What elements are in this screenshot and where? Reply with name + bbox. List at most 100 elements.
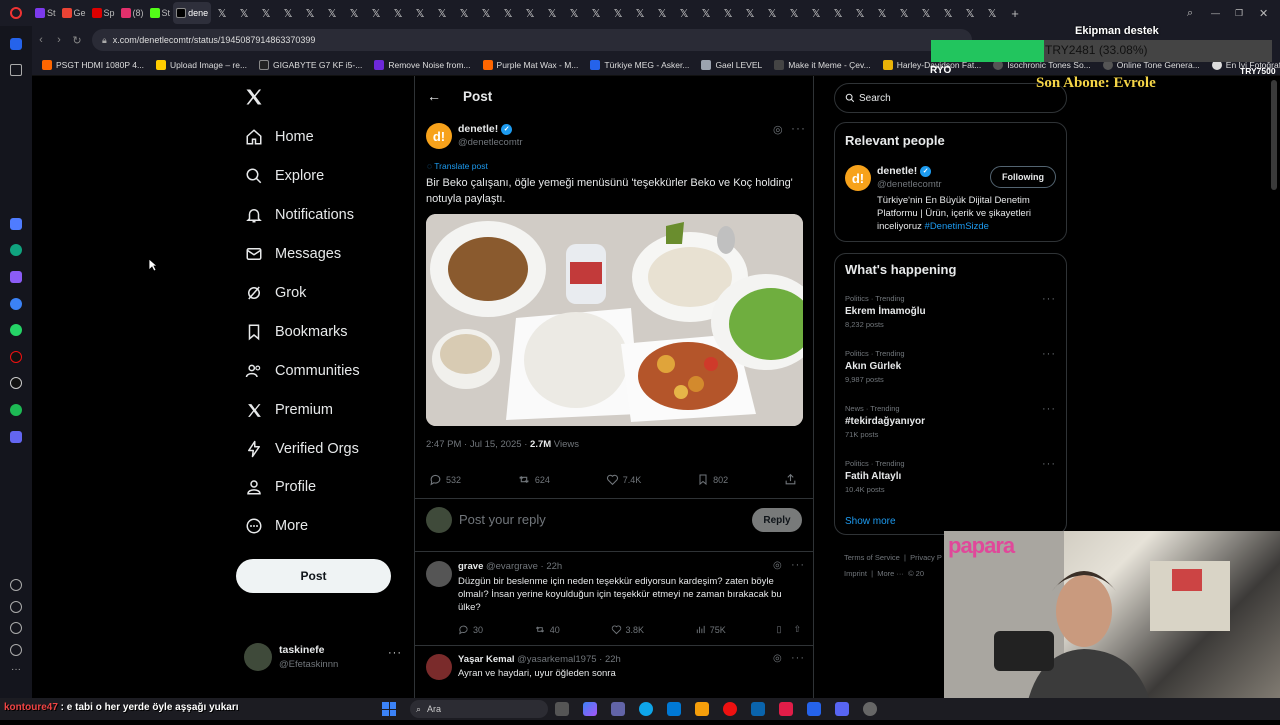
back-arrow-icon[interactable]: ← [427,88,441,104]
x-tab-icon[interactable]: 𝕏 [365,2,387,24]
x-tab-icon[interactable]: 𝕏 [321,2,343,24]
discord-icon[interactable] [835,702,849,716]
tab[interactable]: (8) [118,2,147,24]
forward-icon[interactable]: › [50,34,68,46]
x-logo-icon[interactable] [244,87,264,112]
reload-icon[interactable]: ↻ [68,34,86,47]
x-tab-icon[interactable]: 𝕏 [497,2,519,24]
x-tab-icon[interactable]: 𝕏 [805,2,827,24]
app-icon[interactable] [779,702,793,716]
location-icon[interactable] [10,644,22,656]
avatar[interactable] [426,561,452,587]
x-tab-icon[interactable]: 𝕏 [453,2,475,24]
x-tab-icon[interactable]: 𝕏 [255,2,277,24]
reply-handle[interactable]: @evargrave · 22h [486,561,562,572]
tab[interactable]: Ge [59,2,89,24]
app-icon[interactable] [10,271,22,283]
x-tab-icon[interactable]: 𝕏 [387,2,409,24]
opera-logo-icon[interactable] [0,2,32,24]
reply-input[interactable]: Post your reply [459,512,546,527]
more-icon[interactable]: ··· [1042,458,1056,470]
x-tab-icon[interactable]: 𝕏 [519,2,541,24]
back-icon[interactable]: ‹ [32,34,50,46]
close-window-icon[interactable]: ✕ [1256,2,1280,24]
x-tab-icon[interactable]: 𝕏 [893,2,915,24]
player-icon[interactable] [10,431,22,443]
opera-icon[interactable] [723,702,737,716]
minimize-icon[interactable]: — [1208,2,1232,24]
reply-button[interactable]: Reply [752,508,802,532]
post-image[interactable] [426,214,803,426]
x-tab-icon[interactable]: 𝕏 [563,2,585,24]
x-icon[interactable] [10,377,22,389]
trend-item[interactable]: Politics · Trending Akın Gürlek 9,987 post… [845,349,905,384]
translate-link[interactable]: ◌ Translate post [427,161,488,171]
search-tabs-icon[interactable]: ⌕ [1184,2,1208,24]
aria-icon[interactable] [10,218,22,230]
bookmark[interactable]: Türkiye MEG - Asker... [590,59,689,70]
explorer-icon[interactable] [695,702,709,716]
views-action[interactable]: 75K [695,624,726,635]
x-tab-icon[interactable]: 𝕏 [827,2,849,24]
nav-verified-orgs[interactable]: Verified Orgs [244,434,359,464]
nav-profile[interactable]: Profile [244,472,316,502]
author-name-row[interactable]: denetle! ✓ [458,123,513,135]
post-button[interactable]: Post [236,559,391,593]
url-field[interactable]: 🔒︎ x.com/denetlecomtr/status/19450879148… [92,29,972,51]
chatgpt-icon[interactable] [10,244,22,256]
bookmark[interactable]: Gael LEVEL [701,59,762,70]
more-icon[interactable]: ··· [791,121,806,135]
taskbar-search[interactable]: ⌕ Ara [410,700,548,718]
nav-explore[interactable]: Explore [244,161,324,191]
bookmark-icon[interactable]: ▯ [777,624,782,635]
show-more-link[interactable]: Show more [845,516,896,527]
app-icon[interactable] [863,702,877,716]
x-tab-icon[interactable]: 𝕏 [761,2,783,24]
tiktok-icon[interactable] [10,351,22,363]
tab[interactable]: St [32,2,59,24]
tab[interactable]: Sp [89,2,118,24]
x-tab-icon[interactable]: 𝕏 [629,2,651,24]
x-tab-icon[interactable]: 𝕏 [343,2,365,24]
nav-communities[interactable]: Communities [244,356,360,386]
x-tab-icon[interactable]: 𝕏 [211,2,233,24]
outlook-icon[interactable] [751,702,765,716]
copilot-icon[interactable] [583,702,597,716]
scrollbar[interactable] [1271,80,1277,190]
reply-author[interactable]: Yaşar Kemal [458,654,515,665]
more-icon[interactable]: ··· [1042,293,1056,305]
author-handle[interactable]: @denetlecomtr [458,137,523,148]
tab-active[interactable]: dene [173,2,212,24]
x-tab-icon[interactable]: 𝕏 [409,2,431,24]
grok-icon[interactable]: ◎ [773,653,782,664]
share-action[interactable] [784,473,801,486]
nav-more[interactable]: More [244,511,308,541]
avatar[interactable] [426,654,452,680]
like-action[interactable]: 3.8K [611,624,644,635]
x-tab-icon[interactable]: 𝕏 [871,2,893,24]
share-icon[interactable]: ⇧ [793,624,801,635]
x-tab-icon[interactable]: 𝕏 [607,2,629,24]
person-handle[interactable]: @denetlecomtr [877,179,942,190]
search-input[interactable]: Search [834,83,1067,113]
trend-item[interactable]: Politics · Trending Fatih Altaylı 10.4K po… [845,459,905,494]
reply-handle[interactable]: @yasarkemal1975 · 22h [517,654,621,665]
teams-icon[interactable] [611,702,625,716]
more-icon[interactable]: ··· [388,647,402,659]
x-tab-icon[interactable]: 𝕏 [717,2,739,24]
home-icon[interactable] [10,38,22,50]
footer-link[interactable]: Imprint [844,569,867,578]
windows-start-icon[interactable] [382,702,396,716]
avatar[interactable]: d! [426,123,452,149]
x-tab-icon[interactable]: 𝕏 [959,2,981,24]
grok-icon[interactable]: ◎ [773,560,782,571]
more-icon[interactable]: ··· [1042,403,1056,415]
heart-icon[interactable] [10,579,22,591]
x-tab-icon[interactable]: 𝕏 [849,2,871,24]
x-tab-icon[interactable]: 𝕏 [585,2,607,24]
nav-notifications[interactable]: Notifications [244,200,354,230]
x-tab-icon[interactable]: 𝕏 [937,2,959,24]
nav-premium[interactable]: Premium [244,395,333,425]
task-view-icon[interactable] [555,702,569,716]
bookmark[interactable]: Remove Noise from... [374,59,471,70]
